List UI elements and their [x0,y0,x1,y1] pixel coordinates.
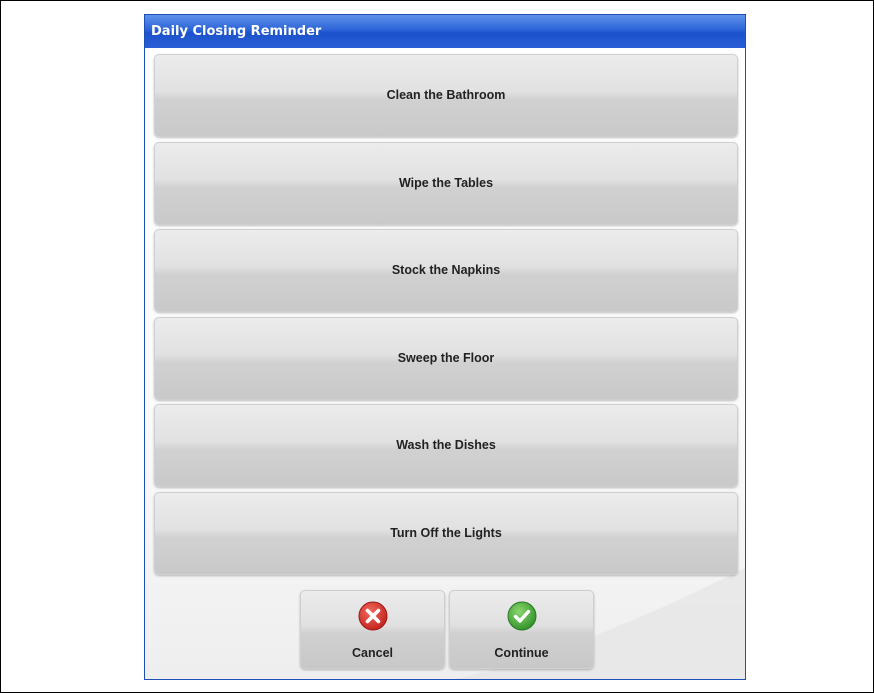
task-button-turn-off-lights[interactable]: Turn Off the Lights [154,491,738,575]
task-button-clean-bathroom[interactable]: Clean the Bathroom [154,54,738,137]
cancel-label: Cancel [352,646,393,660]
continue-button[interactable]: Continue [449,590,594,669]
task-button-wash-dishes[interactable]: Wash the Dishes [154,404,738,487]
check-circle-icon [507,601,536,631]
cancel-button[interactable]: Cancel [300,590,445,669]
task-list: Clean the Bathroom Wipe the Tables Stock… [154,54,738,579]
continue-label: Continue [494,646,549,660]
dialog-title: Daily Closing Reminder [145,15,745,48]
reminder-dialog: Daily Closing Reminder Clean the Bathroo… [144,14,746,680]
screen-frame: Daily Closing Reminder Clean the Bathroo… [0,0,874,693]
x-circle-icon [358,601,387,631]
task-button-sweep-floor[interactable]: Sweep the Floor [154,316,738,400]
task-button-wipe-tables[interactable]: Wipe the Tables [154,141,738,225]
dialog-actions: Cancel Continue [300,590,596,669]
task-button-stock-napkins[interactable]: Stock the Napkins [154,229,738,312]
